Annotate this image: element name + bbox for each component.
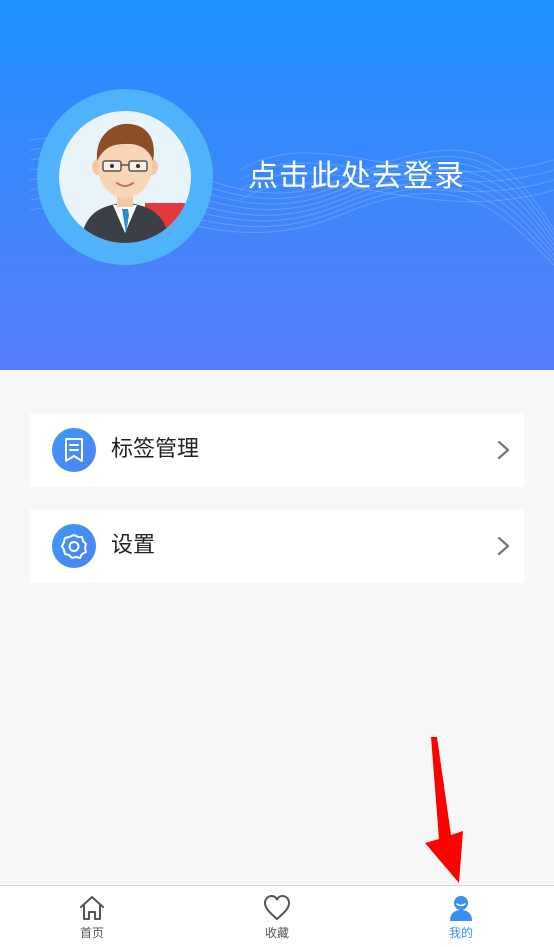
tab-label: 我的 bbox=[448, 926, 473, 940]
menu-item-settings[interactable]: 设置 bbox=[30, 509, 524, 583]
profile-header: 点击此处去登录 bbox=[0, 0, 554, 370]
red-arrow-annotation bbox=[425, 737, 463, 883]
home-icon bbox=[80, 896, 104, 920]
user-icon bbox=[450, 896, 472, 921]
chevron-right-icon bbox=[497, 440, 510, 460]
avatar[interactable] bbox=[59, 111, 191, 243]
bookmark-list-icon bbox=[52, 428, 96, 472]
businessman-avatar-icon bbox=[81, 123, 185, 243]
heart-icon bbox=[264, 895, 290, 920]
tab-mine[interactable]: 我的 bbox=[369, 886, 553, 947]
tab-favorites[interactable]: 收藏 bbox=[185, 886, 369, 947]
tab-label: 首页 bbox=[79, 926, 104, 940]
profile-page: 点击此处去登录 标签管理 设置 首页 收藏 我的 bbox=[0, 0, 554, 947]
menu-item-tag-management[interactable]: 标签管理 bbox=[30, 413, 524, 487]
tab-home[interactable]: 首页 bbox=[0, 886, 184, 947]
gear-icon bbox=[52, 524, 96, 568]
bottom-tab-bar: 首页 收藏 我的 bbox=[0, 885, 554, 947]
login-link[interactable]: 点击此处去登录 bbox=[248, 156, 465, 198]
tab-label: 收藏 bbox=[264, 926, 289, 940]
menu-item-label: 标签管理 bbox=[111, 437, 200, 462]
chevron-right-icon bbox=[497, 536, 510, 556]
menu-item-label: 设置 bbox=[111, 533, 156, 558]
